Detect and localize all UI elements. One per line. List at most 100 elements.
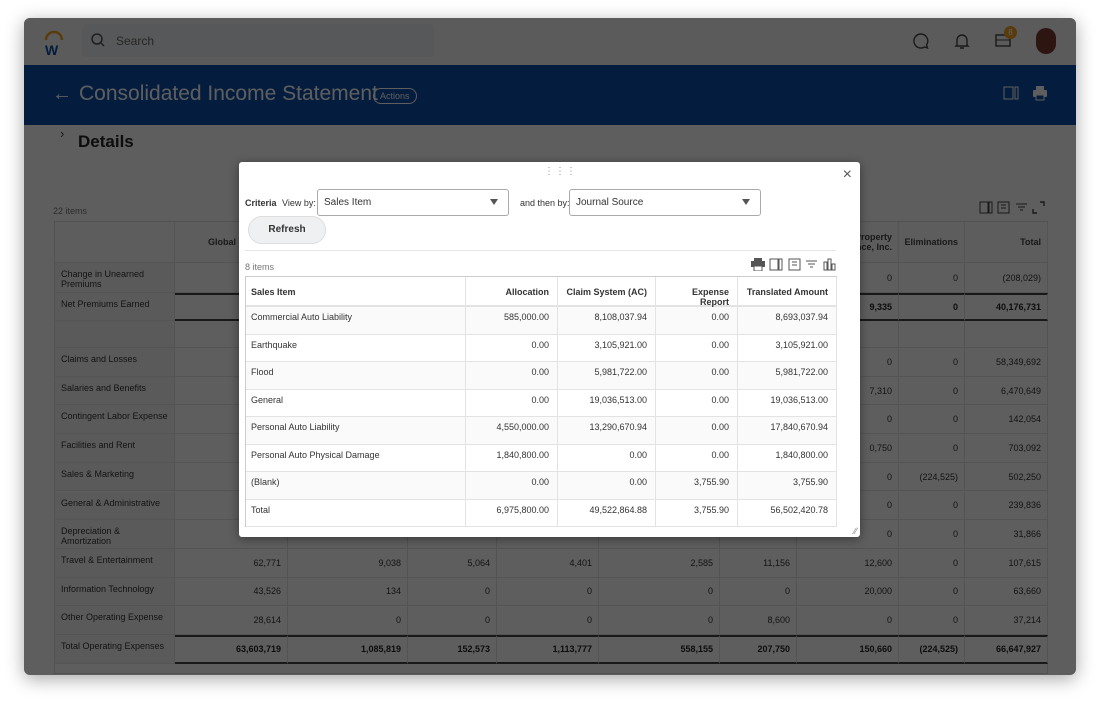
table-cell[interactable]: 17,840,670.94: [738, 417, 837, 445]
table-cell: 0: [599, 606, 720, 635]
print-icon[interactable]: [1032, 85, 1048, 101]
row-label: Net Premiums Earned: [55, 293, 175, 321]
table-cell: 0: [797, 606, 899, 635]
row-label[interactable]: Earthquake: [246, 334, 466, 362]
export-excel-icon[interactable]: [1003, 85, 1019, 101]
view-by-select[interactable]: Sales Item: [317, 189, 509, 216]
then-by-select[interactable]: Journal Source: [569, 189, 761, 216]
column-view-icon[interactable]: [997, 201, 1010, 214]
column-header[interactable]: Allocation: [466, 277, 558, 307]
table-cell: 0: [899, 293, 965, 321]
table-cell[interactable]: 58,349,692: [965, 348, 1048, 377]
row-label: [55, 321, 175, 348]
table-cell[interactable]: 703,092: [965, 434, 1048, 463]
table-cell[interactable]: 63,660: [965, 577, 1048, 607]
column-header[interactable]: Eliminations: [899, 222, 965, 263]
print-icon[interactable]: [751, 258, 765, 272]
table-cell: 0: [408, 577, 497, 607]
table-cell[interactable]: 1,840,800.00: [466, 444, 558, 472]
table-cell[interactable]: 6,470,649: [965, 376, 1048, 406]
export-excel-icon[interactable]: [979, 201, 993, 214]
table-cell: 0: [899, 263, 965, 293]
avatar[interactable]: [1036, 28, 1056, 54]
close-icon[interactable]: ×: [843, 166, 852, 184]
table-cell[interactable]: 9,038: [288, 548, 408, 578]
table-cell[interactable]: 1,840,800.00: [738, 444, 837, 472]
then-by-label: and then by:: [520, 198, 570, 208]
chat-icon[interactable]: [912, 32, 930, 50]
table-cell[interactable]: 5,981,722.00: [558, 362, 656, 390]
table-cell[interactable]: 3,105,921.00: [558, 334, 656, 362]
search-input[interactable]: Search: [82, 24, 434, 57]
table-cell: 0.00: [656, 307, 738, 335]
workday-logo[interactable]: W: [42, 30, 66, 56]
table-cell[interactable]: 8,600: [720, 606, 797, 635]
table-cell[interactable]: 11,156: [720, 548, 797, 578]
row-label[interactable]: Personal Auto Physical Damage: [246, 444, 466, 472]
table-cell[interactable]: 142,054: [965, 405, 1048, 435]
expand-chevron-icon[interactable]: ›: [60, 126, 64, 141]
table-cell[interactable]: 12,600: [797, 548, 899, 578]
export-excel-icon[interactable]: [769, 258, 783, 271]
chart-icon[interactable]: [823, 258, 837, 271]
table-cell[interactable]: 3,755.90: [656, 472, 738, 500]
table-cell[interactable]: 4,550,000.00: [466, 417, 558, 445]
table-cell[interactable]: 0: [899, 606, 965, 635]
table-cell[interactable]: 2,585: [599, 548, 720, 578]
table-cell[interactable]: 43,526: [175, 577, 288, 607]
table-cell[interactable]: 56,502,420.78: [738, 499, 837, 527]
table-cell: 40,176,731: [965, 293, 1048, 321]
column-header[interactable]: Expense Report: [656, 277, 738, 307]
table-cell[interactable]: 28,614: [175, 606, 288, 635]
table-cell[interactable]: 3,105,921.00: [738, 334, 837, 362]
table-cell[interactable]: (224,525): [899, 462, 965, 492]
table-cell[interactable]: 0: [497, 606, 599, 635]
table-cell: 0: [899, 491, 965, 521]
table-cell[interactable]: 13,290,670.94: [558, 417, 656, 445]
table-cell[interactable]: 37,214: [965, 606, 1048, 635]
table-cell[interactable]: 8,693,037.94: [738, 307, 837, 335]
column-header[interactable]: [55, 222, 175, 263]
fullscreen-icon[interactable]: [1032, 201, 1046, 214]
back-arrow-icon[interactable]: ←: [52, 83, 72, 106]
bell-icon[interactable]: [954, 32, 970, 50]
table-cell[interactable]: 6,975,800.00: [466, 499, 558, 527]
table-cell[interactable]: 5,064: [408, 548, 497, 578]
column-view-icon[interactable]: [788, 258, 801, 271]
drill-down-table: Sales Item Allocation Claim System (AC) Exp…: [245, 276, 837, 527]
filter-icon[interactable]: [805, 258, 818, 271]
table-toolbar: [979, 201, 1046, 219]
row-label[interactable]: General: [246, 389, 466, 417]
row-label[interactable]: Flood: [246, 362, 466, 390]
refresh-button[interactable]: Refresh: [248, 216, 326, 244]
resize-handle-icon[interactable]: ∕∕: [854, 526, 857, 536]
row-label[interactable]: Personal Auto Liability: [246, 417, 466, 445]
table-cell[interactable]: 4,401: [497, 548, 599, 578]
table-cell[interactable]: 31,866: [965, 520, 1048, 549]
table-cell[interactable]: 239,836: [965, 491, 1048, 521]
table-cell[interactable]: 20,000: [797, 577, 899, 607]
actions-button[interactable]: Actions: [373, 88, 417, 104]
table-cell[interactable]: 3,755.90: [656, 499, 738, 527]
table-cell[interactable]: 19,036,513.00: [738, 389, 837, 417]
column-header[interactable]: Total: [965, 222, 1048, 263]
table-cell[interactable]: 134: [288, 577, 408, 607]
drag-handle-icon[interactable]: ⋮⋮⋮: [544, 166, 577, 177]
table-cell[interactable]: 62,771: [175, 548, 288, 578]
table-cell[interactable]: 3,755.90: [738, 472, 837, 500]
column-header[interactable]: Translated Amount: [738, 277, 837, 307]
table-cell[interactable]: 502,250: [965, 462, 1048, 492]
table-cell[interactable]: 585,000.00: [466, 307, 558, 335]
table-cell[interactable]: (208,029): [965, 263, 1048, 293]
column-header[interactable]: Claim System (AC): [558, 277, 656, 307]
row-label[interactable]: Commercial Auto Liability: [246, 307, 466, 335]
column-header[interactable]: Sales Item: [246, 277, 466, 307]
table-cell[interactable]: 49,522,864.88: [558, 499, 656, 527]
table-cell: 66,647,927: [965, 635, 1048, 664]
filter-icon[interactable]: [1015, 201, 1028, 214]
table-cell[interactable]: 19,036,513.00: [558, 389, 656, 417]
table-cell[interactable]: 5,981,722.00: [738, 362, 837, 390]
table-cell[interactable]: 107,615: [965, 548, 1048, 578]
page-title: Consolidated Income Statement: [79, 82, 378, 105]
table-cell[interactable]: 8,108,037.94: [558, 307, 656, 335]
